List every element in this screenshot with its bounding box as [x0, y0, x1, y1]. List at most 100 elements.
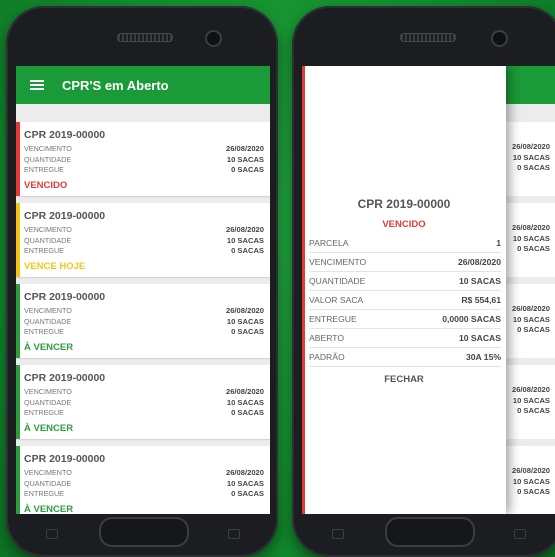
dialog-row-label: ABERTO [309, 333, 345, 343]
dialog-row: PADRÃO 30A 15% [309, 348, 501, 367]
back-key[interactable] [46, 529, 58, 539]
recents-key[interactable] [228, 529, 240, 539]
vencimento-value: 26/08/2020 [225, 306, 264, 315]
left-screen: CPR'S em Aberto CPR 2019-00000 VENCIMENTO… [16, 66, 270, 514]
home-button[interactable] [99, 517, 189, 547]
dialog-row-value: 10 SACAS [458, 333, 501, 343]
speaker-grille [117, 33, 173, 42]
right-screen: 26/08/2020 10 SACAS 0 SACAS 26/08/2020 10 SA… [302, 66, 555, 514]
entregue-label: ENTREGUE [24, 489, 64, 498]
entregue-value: 0 SACAS [231, 489, 264, 498]
cpr-card[interactable]: CPR 2019-00000 VENCIMENTO 26/08/2020 QUANTI… [16, 365, 270, 439]
app-bar: CPR'S em Aberto [16, 66, 270, 104]
dialog-detail-list: PARCELA 1 VENCIMENTO 26/08/2020 QUANTIDADE 10… [309, 234, 501, 367]
card-title: CPR 2019-00000 [24, 210, 106, 222]
entregue-label: ENTREGUE [24, 165, 64, 174]
right-phone: 26/08/2020 10 SACAS 0 SACAS 26/08/2020 10 SA… [292, 6, 555, 557]
card-rows: VENCIMENTO 26/08/2020 QUANTIDADE 10 SACAS EN… [24, 387, 264, 419]
dialog-row-value: 1 [496, 238, 501, 248]
entregue-value: 0 SACAS [231, 408, 264, 417]
dialog-row-value: 26/08/2020 [457, 257, 501, 267]
entregue-value: 0 SACAS [231, 246, 264, 255]
quantidade-label: QUANTIDADE [24, 316, 72, 326]
entregue-row: ENTREGUE 0 SACAS [24, 165, 264, 176]
quantidade-value: 10 SACAS [226, 316, 264, 326]
vencimento-value: 26/08/2020 [225, 387, 264, 396]
quantidade-value: 10 SACAS [226, 235, 264, 245]
cpr-detail-dialog: CPR 2019-00000 VENCIDO PARCELA 1 VENCIMENT… [302, 66, 506, 514]
dialog-row-value: 0,0000 SACAS [442, 314, 501, 324]
quantidade-label: QUANTIDADE [24, 478, 72, 488]
vencimento-row: VENCIMENTO 26/08/2020 [24, 468, 264, 479]
dialog-row: PARCELA 1 [309, 234, 501, 253]
home-button[interactable] [385, 517, 475, 547]
front-camera [205, 30, 222, 47]
dialog-row-label: VALOR SACA [309, 295, 364, 305]
vencimento-row: VENCIMENTO 26/08/2020 [24, 306, 264, 317]
card-title: CPR 2019-00000 [24, 372, 106, 384]
status-color-bar [16, 284, 20, 358]
dialog-row-label: VENCIMENTO [309, 257, 367, 267]
quantidade-label: QUANTIDADE [24, 154, 72, 164]
status-color-bar [16, 203, 20, 277]
entregue-value: 0 SACAS [231, 327, 264, 336]
card-title: CPR 2019-00000 [24, 129, 106, 141]
dialog-status: VENCIDO [382, 219, 426, 230]
dialog-row-value: 30A 15% [465, 352, 501, 362]
card-status: VENCIDO [24, 180, 68, 191]
status-bar [302, 66, 305, 514]
entregue-label: ENTREGUE [24, 327, 64, 336]
dialog-row: VALOR SACA R$ 554,61 [309, 291, 501, 310]
cpr-card[interactable]: CPR 2019-00000 VENCIMENTO 26/08/2020 QUANTI… [16, 446, 270, 514]
quantidade-value: 10 SACAS [226, 478, 264, 488]
vencimento-row: VENCIMENTO 26/08/2020 [24, 387, 264, 398]
card-title: CPR 2019-00000 [24, 453, 106, 465]
quantidade-label: QUANTIDADE [24, 235, 72, 245]
card-status: À VENCER [24, 342, 74, 353]
dialog-row-value: R$ 554,61 [461, 295, 501, 305]
vencimento-label: VENCIMENTO [24, 225, 72, 234]
dialog-title: CPR 2019-00000 [357, 197, 451, 211]
entregue-row: ENTREGUE 0 SACAS [24, 489, 264, 500]
dialog-row-label: PADRÃO [309, 352, 345, 362]
entregue-value: 0 SACAS [231, 165, 264, 174]
quantidade-row: QUANTIDADE 10 SACAS [24, 479, 264, 490]
speaker-grille [400, 33, 456, 42]
card-status: VENCE HOJE [24, 261, 86, 272]
entregue-row: ENTREGUE 0 SACAS [24, 327, 264, 338]
vencimento-value: 26/08/2020 [225, 144, 264, 153]
app-title: CPR'S em Aberto [62, 77, 169, 93]
card-rows: VENCIMENTO 26/08/2020 QUANTIDADE 10 SACAS EN… [24, 468, 264, 500]
card-rows: VENCIMENTO 26/08/2020 QUANTIDADE 10 SACAS EN… [24, 225, 264, 257]
card-title: CPR 2019-00000 [24, 291, 106, 303]
entregue-row: ENTREGUE 0 SACAS [24, 246, 264, 257]
quantidade-label: QUANTIDADE [24, 397, 72, 407]
back-key[interactable] [332, 529, 344, 539]
cpr-card[interactable]: CPR 2019-00000 VENCIMENTO 26/08/2020 QUANTI… [16, 284, 270, 358]
status-color-bar [16, 122, 20, 196]
recents-key[interactable] [514, 529, 526, 539]
dialog-row-label: PARCELA [309, 238, 349, 248]
cpr-card[interactable]: CPR 2019-00000 VENCIMENTO 26/08/2020 QUANTI… [16, 203, 270, 277]
fechar-button[interactable]: FECHAR [302, 374, 506, 385]
dialog-row: VENCIMENTO 26/08/2020 [309, 253, 501, 272]
dialog-row: ENTREGUE 0,0000 SACAS [309, 310, 501, 329]
status-color-bar [16, 446, 20, 514]
left-phone: CPR'S em Aberto CPR 2019-00000 VENCIMENTO… [6, 6, 278, 557]
hamburger-menu-icon[interactable] [30, 80, 44, 90]
vencimento-label: VENCIMENTO [24, 306, 72, 315]
vencimento-label: VENCIMENTO [24, 387, 72, 396]
quantidade-row: QUANTIDADE 10 SACAS [24, 155, 264, 166]
vencimento-value: 26/08/2020 [225, 468, 264, 477]
vencimento-label: VENCIMENTO [24, 468, 72, 477]
cpr-card[interactable]: CPR 2019-00000 VENCIMENTO 26/08/2020 QUANTI… [16, 122, 270, 196]
quantidade-value: 10 SACAS [226, 154, 264, 164]
status-color-bar [16, 365, 20, 439]
dialog-row: QUANTIDADE 10 SACAS [309, 272, 501, 291]
vencimento-label: VENCIMENTO [24, 144, 72, 153]
vencimento-row: VENCIMENTO 26/08/2020 [24, 144, 264, 155]
entregue-label: ENTREGUE [24, 408, 64, 417]
dialog-row-value: 10 SACAS [458, 276, 501, 286]
dialog-row: ABERTO 10 SACAS [309, 329, 501, 348]
vencimento-value: 26/08/2020 [225, 225, 264, 234]
